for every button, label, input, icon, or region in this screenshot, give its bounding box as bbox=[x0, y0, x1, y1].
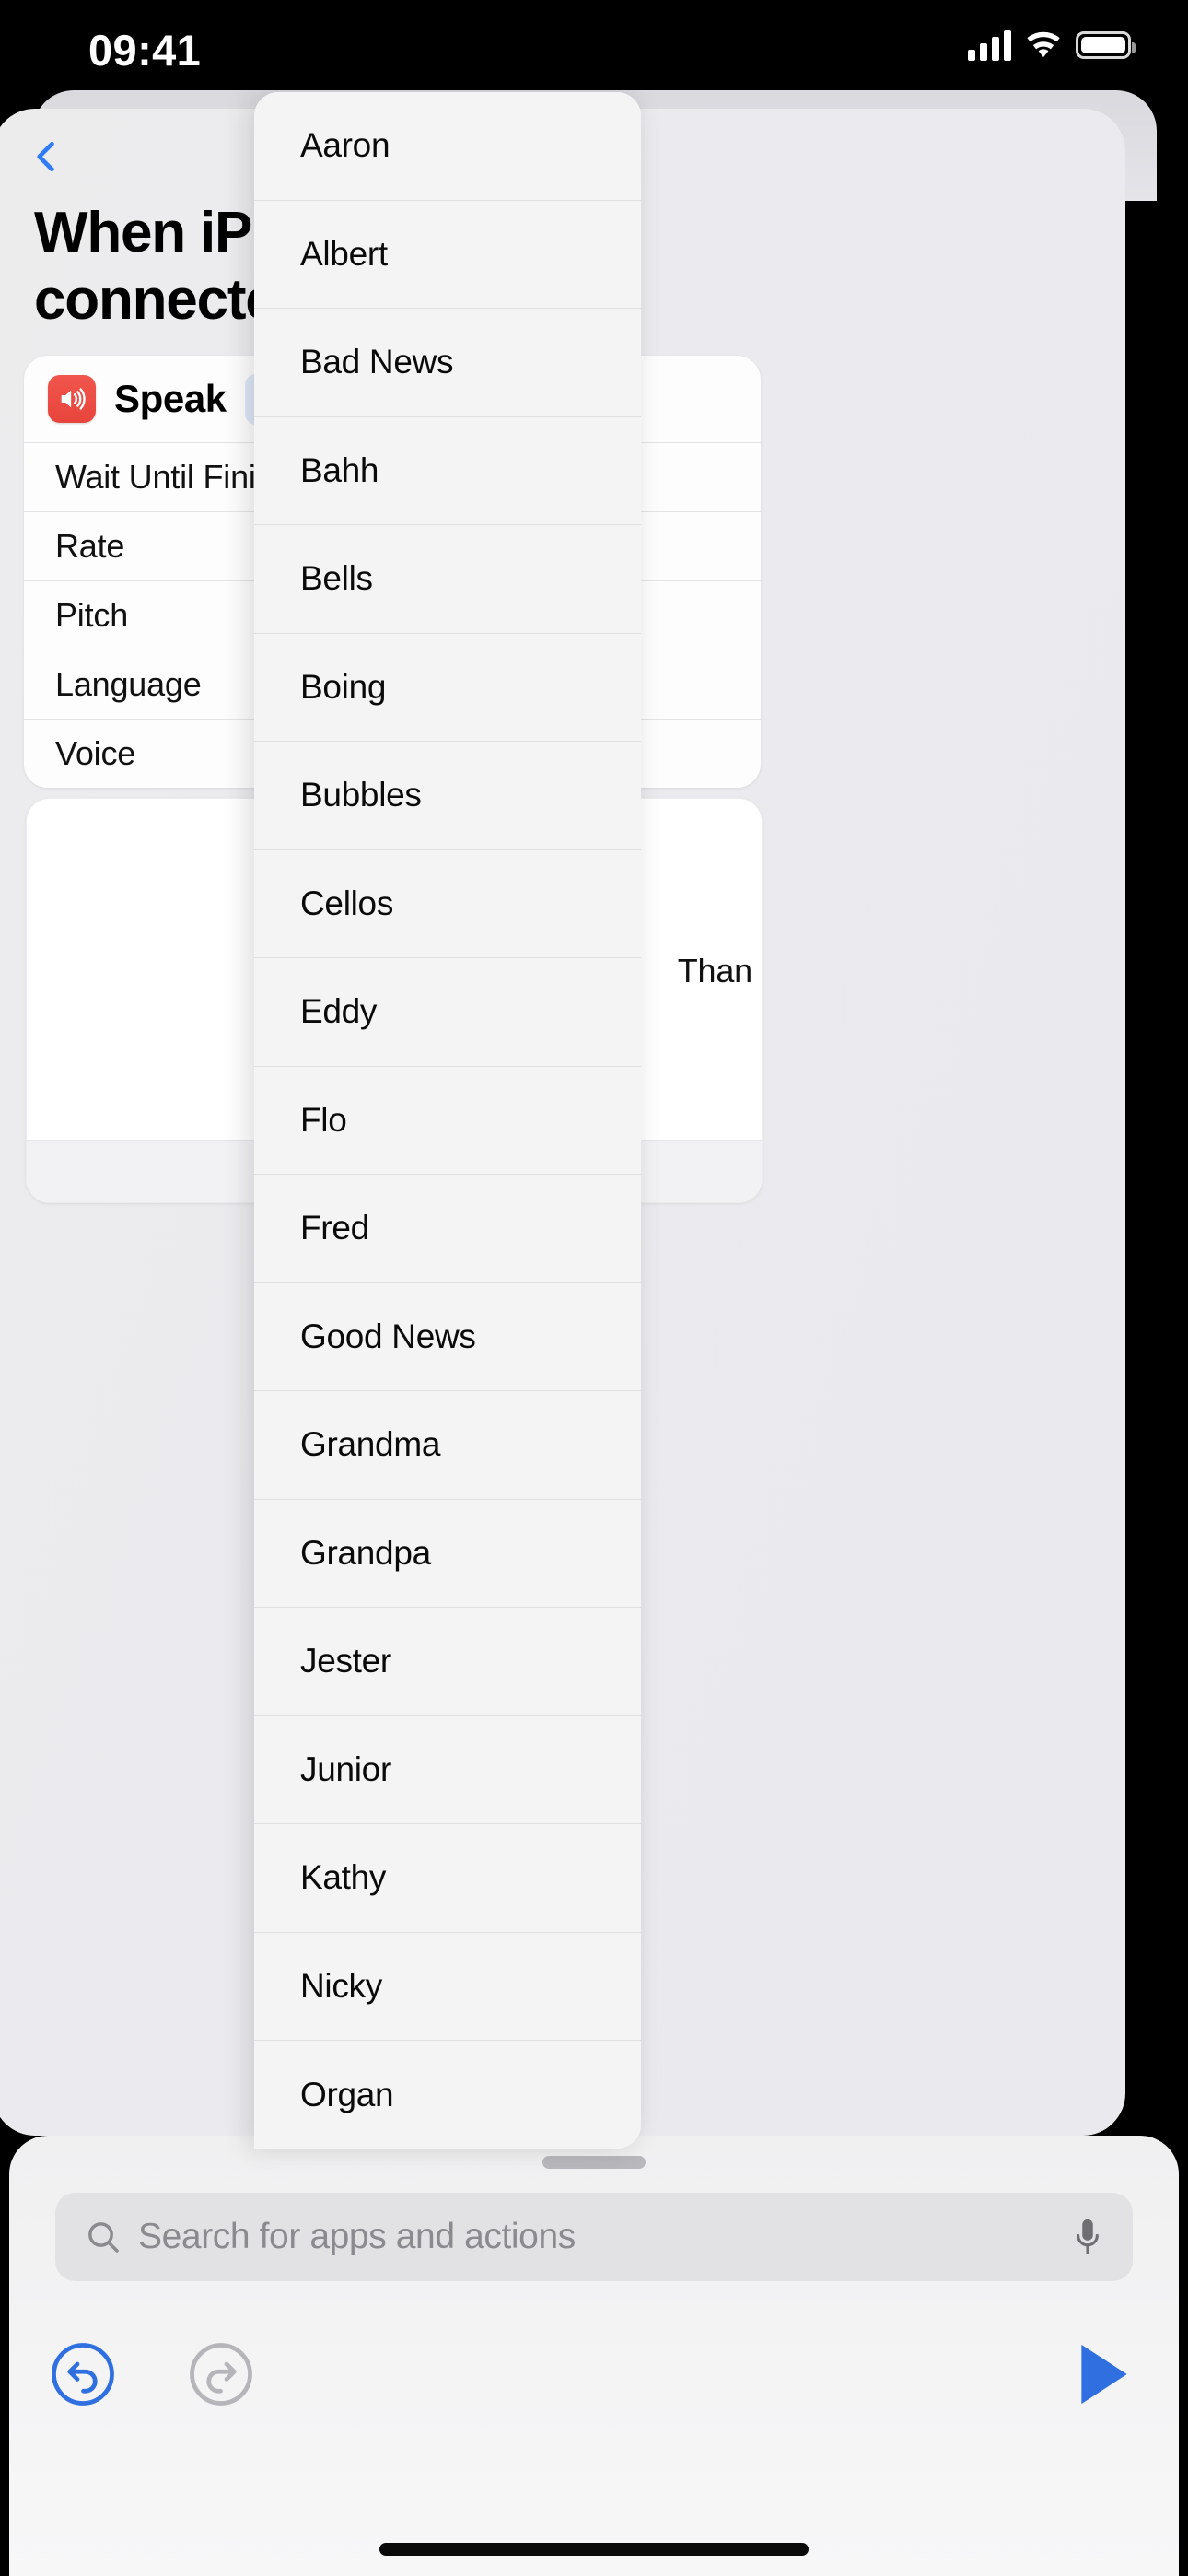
list-item[interactable]: Albert bbox=[254, 200, 641, 309]
battery-icon bbox=[1076, 31, 1136, 59]
voice-name: Jester bbox=[300, 1642, 391, 1680]
speak-action-title: Speak bbox=[114, 377, 227, 420]
home-indicator bbox=[379, 2543, 809, 2556]
microphone-icon[interactable] bbox=[1072, 2216, 1103, 2258]
list-item[interactable]: Bells bbox=[254, 525, 641, 634]
list-item[interactable]: Aaron bbox=[254, 92, 641, 201]
voice-name: Good News bbox=[300, 1317, 476, 1355]
voice-name: Grandma bbox=[300, 1425, 441, 1464]
voice-name: Nicky bbox=[300, 1966, 382, 2005]
list-item[interactable]: Cellos bbox=[254, 849, 641, 958]
list-item[interactable]: Flo bbox=[254, 1066, 641, 1175]
voice-name: Eddy bbox=[300, 992, 378, 1031]
list-item[interactable]: Eddy bbox=[254, 958, 641, 1067]
search-placeholder: Search for apps and actions bbox=[138, 2217, 576, 2256]
param-label: Language bbox=[55, 665, 202, 703]
list-item[interactable]: Bahh bbox=[254, 416, 641, 525]
drag-handle[interactable] bbox=[542, 2156, 646, 2169]
list-item[interactable]: Grandma bbox=[254, 1391, 641, 1500]
undo-icon[interactable] bbox=[51, 2342, 115, 2406]
voice-name: Bubbles bbox=[300, 776, 422, 814]
param-label: Voice bbox=[55, 734, 136, 772]
search-icon bbox=[88, 2222, 119, 2253]
iphone-screen: 09:41 When iPhone is connected to Speak … bbox=[0, 0, 1188, 2576]
redo-icon[interactable] bbox=[189, 2342, 253, 2406]
wifi-icon bbox=[1027, 31, 1060, 57]
status-bar-indicators bbox=[968, 29, 1136, 61]
voice-name: Bells bbox=[300, 559, 373, 598]
list-item[interactable]: Bubbles bbox=[254, 742, 641, 850]
voice-name: Bad News bbox=[300, 343, 454, 381]
signal-bars-icon bbox=[968, 29, 1011, 61]
editor-toolbar bbox=[9, 2316, 1179, 2454]
list-item[interactable]: Good News bbox=[254, 1282, 641, 1391]
param-label: Rate bbox=[55, 527, 125, 565]
status-bar-time: 09:41 bbox=[88, 26, 202, 75]
list-item[interactable]: Kathy bbox=[254, 1824, 641, 1933]
list-item[interactable]: Organ bbox=[254, 2041, 641, 2149]
voice-name: Junior bbox=[300, 1750, 391, 1788]
voice-name: Fred bbox=[300, 1209, 369, 1247]
voice-name: Organ bbox=[300, 2075, 394, 2113]
chevron-left-icon[interactable] bbox=[26, 136, 66, 177]
voice-name: Grandpa bbox=[300, 1533, 431, 1572]
search-input[interactable]: Search for apps and actions bbox=[55, 2193, 1133, 2281]
voice-name: Kathy bbox=[300, 1858, 387, 1897]
voice-picker-popover[interactable]: Aaron Albert Bad News Bahh Bells Boing B… bbox=[254, 92, 641, 2149]
list-item[interactable]: Boing bbox=[254, 633, 641, 742]
voice-name: Bahh bbox=[300, 451, 379, 489]
play-icon[interactable] bbox=[1076, 2340, 1133, 2408]
status-bar: 09:41 bbox=[0, 0, 1188, 92]
list-item[interactable]: Grandpa bbox=[254, 1499, 641, 1608]
list-item[interactable]: Junior bbox=[254, 1715, 641, 1824]
list-item[interactable]: Jester bbox=[254, 1608, 641, 1716]
voice-name: Boing bbox=[300, 667, 387, 706]
action-library-panel: Search for apps and actions bbox=[9, 2136, 1179, 2576]
voice-name: Cellos bbox=[300, 884, 394, 922]
param-label: Pitch bbox=[55, 596, 129, 634]
voice-name: Albert bbox=[300, 234, 388, 273]
text-action-content: Than bbox=[677, 952, 752, 989]
voice-name: Aaron bbox=[300, 126, 390, 165]
list-item[interactable]: Fred bbox=[254, 1175, 641, 1283]
list-item[interactable]: Bad News bbox=[254, 309, 641, 417]
voice-name: Flo bbox=[300, 1100, 347, 1139]
speaker-wave-icon bbox=[48, 375, 96, 423]
list-item[interactable]: Nicky bbox=[254, 1932, 641, 2041]
